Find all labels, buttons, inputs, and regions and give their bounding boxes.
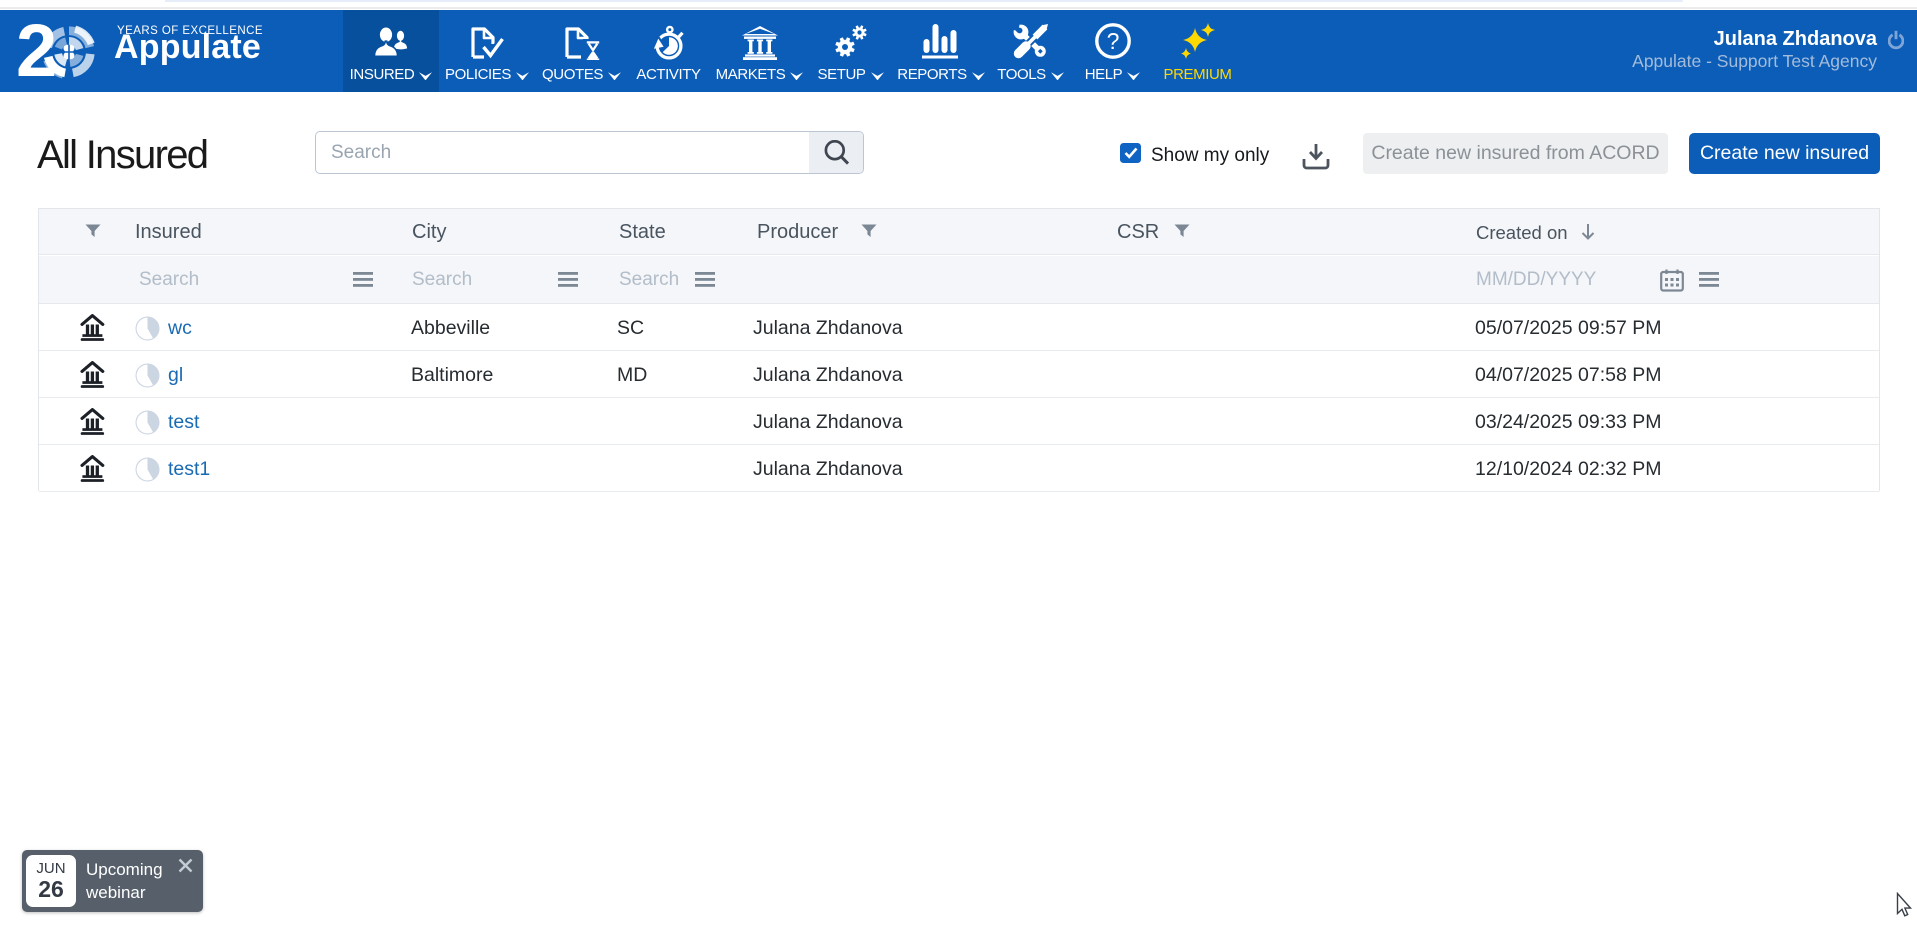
svg-text:?: ? <box>1106 28 1119 54</box>
